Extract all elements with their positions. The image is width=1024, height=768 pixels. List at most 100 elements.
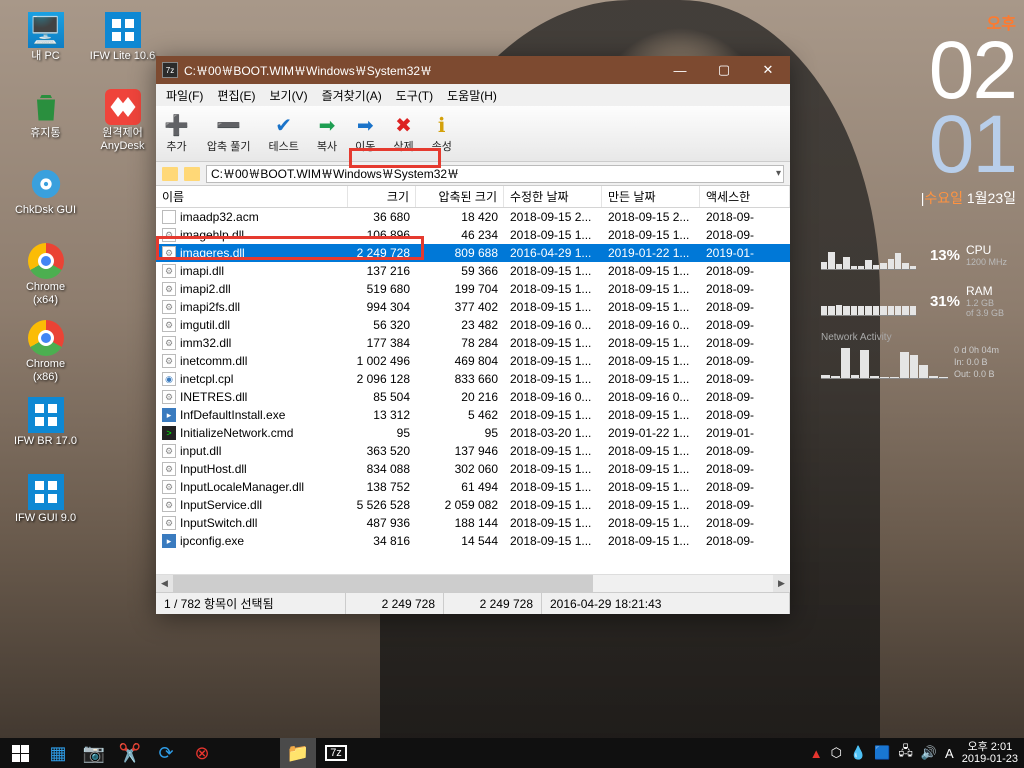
scroll-thumb[interactable] xyxy=(173,575,593,592)
desktop-icon[interactable]: IFW BR 17.0 xyxy=(8,393,83,468)
file-row[interactable]: imapi2.dll519 680199 7042018-09-15 1...2… xyxy=(156,280,790,298)
cell-accessed: 2018-09- xyxy=(700,408,790,422)
close-button[interactable]: ✕ xyxy=(746,56,790,84)
taskbar-item-close[interactable]: ⊗ xyxy=(184,738,220,768)
cell-packed-size: 2 059 082 xyxy=(416,498,504,512)
toolbar-label: 복사 xyxy=(317,138,337,154)
cell-packed-size: 20 216 xyxy=(416,390,504,404)
file-row[interactable]: InputService.dll5 526 5282 059 0822018-0… xyxy=(156,496,790,514)
desktop-icon[interactable]: IFW Lite 10.6 xyxy=(85,8,160,83)
cell-size: 2 096 128 xyxy=(348,372,416,386)
tray-icon-1[interactable]: ▲ xyxy=(810,746,823,761)
file-row[interactable]: inetcpl.cpl2 096 128833 6602018-09-15 1.… xyxy=(156,370,790,388)
cell-accessed: 2018-09- xyxy=(700,498,790,512)
scroll-track[interactable] xyxy=(173,575,773,592)
file-row[interactable]: imgutil.dll56 32023 4822018-09-16 0...20… xyxy=(156,316,790,334)
cell-name: InfDefaultInstall.exe xyxy=(156,408,348,422)
cell-size: 519 680 xyxy=(348,282,416,296)
toolbar-label: 압축 풀기 xyxy=(207,138,251,154)
up-folder-icon[interactable] xyxy=(162,167,178,181)
desktop-icon[interactable]: 원격제어 AnyDesk xyxy=(85,85,160,160)
taskbar-7zip[interactable]: 7z xyxy=(316,738,352,768)
column-headers: 이름 크기 압축된 크기 수정한 날짜 만든 날짜 액세스한 xyxy=(156,186,790,208)
taskbar-item-refresh[interactable]: ⟳ xyxy=(148,738,184,768)
toolbar-추가[interactable]: ➕추가 xyxy=(164,114,189,154)
toolbar-이동[interactable]: ➡이동 xyxy=(355,114,375,154)
dropdown-icon[interactable]: ▾ xyxy=(776,168,781,179)
file-row[interactable]: InfDefaultInstall.exe13 3125 4622018-09-… xyxy=(156,406,790,424)
header-accessed[interactable]: 액세스한 xyxy=(700,186,790,207)
tray-clock[interactable]: 오후 2:01 2019-01-23 xyxy=(962,741,1018,765)
file-row[interactable]: input.dll363 520137 9462018-09-15 1...20… xyxy=(156,442,790,460)
start-button[interactable] xyxy=(0,738,40,768)
minimize-button[interactable]: — xyxy=(658,56,702,84)
status-date: 2016-04-29 18:21:43 xyxy=(542,593,790,614)
toolbar-label: 추가 xyxy=(166,138,186,154)
menu-item[interactable]: 보기(V) xyxy=(263,85,313,106)
tray-ime-icon[interactable]: A xyxy=(945,746,954,761)
taskbar-item-3[interactable]: ✂️ xyxy=(112,738,148,768)
scroll-right-button[interactable]: ▶ xyxy=(773,575,790,592)
header-size[interactable]: 크기 xyxy=(348,186,416,207)
clock-date: |수요일 1월23일 xyxy=(921,188,1016,208)
icon-graphic xyxy=(105,89,141,125)
file-icon xyxy=(162,246,176,260)
file-row[interactable]: imm32.dll177 38478 2842018-09-15 1...201… xyxy=(156,334,790,352)
toolbar-압축 풀기[interactable]: ➖압축 풀기 xyxy=(207,114,251,154)
taskbar-item-2[interactable]: 📷 xyxy=(76,738,112,768)
toolbar-삭제[interactable]: ✖삭제 xyxy=(393,114,413,154)
menu-item[interactable]: 편집(E) xyxy=(211,85,261,106)
tray-network-icon[interactable]: 🖧 xyxy=(898,742,913,764)
taskbar-explorer[interactable]: 📁 xyxy=(280,738,316,768)
titlebar[interactable]: 7z C:￦00￦BOOT.WIM￦Windows￦System32￦ — ▢ … xyxy=(156,56,790,84)
desktop-icon[interactable]: 내 PC xyxy=(8,8,83,83)
tray-icon-4[interactable]: 🟦 xyxy=(874,745,890,761)
file-row[interactable]: InitializeNetwork.cmd95952018-03-20 1...… xyxy=(156,424,790,442)
toolbar-속성[interactable]: ℹ속성 xyxy=(432,114,452,154)
cpu-graph xyxy=(821,240,916,270)
tray-volume-icon[interactable]: 🔊 xyxy=(921,745,937,761)
file-row[interactable]: INETRES.dll85 50420 2162018-09-16 0...20… xyxy=(156,388,790,406)
file-row[interactable]: imaadp32.acm36 68018 4202018-09-15 2...2… xyxy=(156,208,790,226)
path-input[interactable]: C:￦00￦BOOT.WIM￦Windows￦System32￦▾ xyxy=(206,165,784,183)
menu-item[interactable]: 즐겨찾기(A) xyxy=(316,85,388,106)
header-name[interactable]: 이름 xyxy=(156,186,348,207)
file-row[interactable]: imageres.dll2 249 728809 6882016-04-29 1… xyxy=(156,244,790,262)
header-created[interactable]: 만든 날짜 xyxy=(602,186,700,207)
cell-size: 1 002 496 xyxy=(348,354,416,368)
taskbar-item-1[interactable]: ▦ xyxy=(40,738,76,768)
cell-accessed: 2018-09- xyxy=(700,516,790,530)
desktop-icon[interactable]: 휴지통 xyxy=(8,85,83,160)
desktop-icon[interactable]: ChkDsk GUI xyxy=(8,162,83,237)
ram-label: RAM1.2 GB of 3.9 GB xyxy=(966,284,1016,318)
file-row[interactable]: imagehlp.dll106 89646 2342018-09-15 1...… xyxy=(156,226,790,244)
toolbar-테스트[interactable]: ✔테스트 xyxy=(268,114,298,154)
cell-accessed: 2018-09- xyxy=(700,210,790,224)
file-icon xyxy=(162,354,176,368)
file-row[interactable]: InputHost.dll834 088302 0602018-09-15 1.… xyxy=(156,460,790,478)
cell-modified: 2018-09-15 1... xyxy=(504,516,602,530)
cell-modified: 2018-09-15 1... xyxy=(504,480,602,494)
tray-icon-2[interactable]: ⬡ xyxy=(831,745,842,761)
scroll-left-button[interactable]: ◀ xyxy=(156,575,173,592)
file-row[interactable]: InputSwitch.dll487 936188 1442018-09-15 … xyxy=(156,514,790,532)
file-row[interactable]: inetcomm.dll1 002 496469 8042018-09-15 1… xyxy=(156,352,790,370)
file-row[interactable]: InputLocaleManager.dll138 75261 4942018-… xyxy=(156,478,790,496)
menu-item[interactable]: 파일(F) xyxy=(160,85,209,106)
desktop-icon[interactable]: IFW GUI 9.0 xyxy=(8,470,83,545)
file-row[interactable]: imapi.dll137 21659 3662018-09-15 1...201… xyxy=(156,262,790,280)
header-modified[interactable]: 수정한 날짜 xyxy=(504,186,602,207)
tray-icon-3[interactable]: 💧 xyxy=(850,745,866,761)
file-row[interactable]: ipconfig.exe34 81614 5442018-09-15 1...2… xyxy=(156,532,790,550)
cell-packed-size: 78 284 xyxy=(416,336,504,350)
header-packed-size[interactable]: 압축된 크기 xyxy=(416,186,504,207)
cell-accessed: 2018-09- xyxy=(700,354,790,368)
menu-item[interactable]: 도구(T) xyxy=(390,85,439,106)
desktop-icon[interactable]: Chrome (x86) xyxy=(8,316,83,391)
file-row[interactable]: imapi2fs.dll994 304377 4022018-09-15 1..… xyxy=(156,298,790,316)
desktop-icon[interactable]: Chrome (x64) xyxy=(8,239,83,314)
horizontal-scrollbar[interactable]: ◀ ▶ xyxy=(156,574,790,592)
menu-item[interactable]: 도움말(H) xyxy=(441,85,503,106)
toolbar-복사[interactable]: ➡복사 xyxy=(317,114,337,154)
maximize-button[interactable]: ▢ xyxy=(702,56,746,84)
